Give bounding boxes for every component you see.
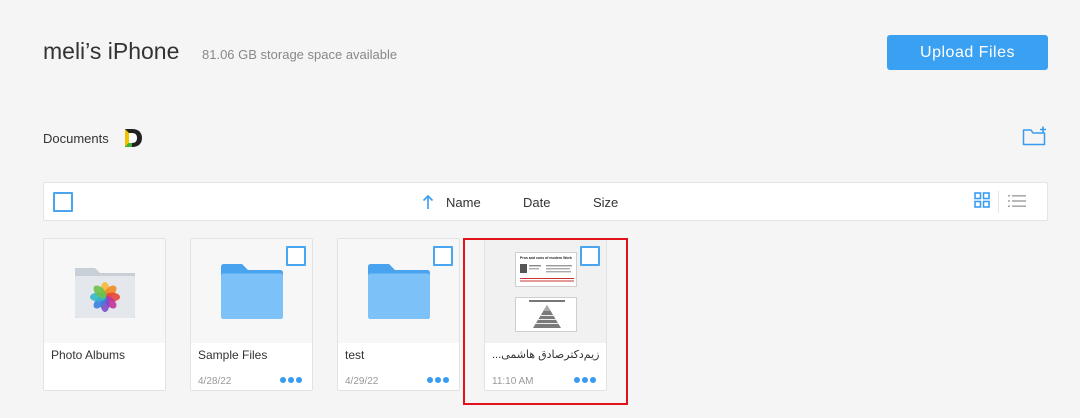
current-location-label: Documents [43,131,109,146]
file-name: test [345,348,365,362]
upload-files-button[interactable]: Upload Files [887,35,1048,70]
file-name: Photo Albums [51,348,126,362]
document-pyramid-figure [529,300,565,328]
file-card-test[interactable]: test 4/29/22 [337,238,460,391]
select-checkbox[interactable] [433,246,453,266]
select-all-checkbox[interactable] [53,192,73,212]
file-date: 4/28/22 [198,376,232,387]
file-name: Sample Files [198,348,268,362]
file-date: 11:10 AM [492,376,534,387]
thumbnail-title: Pros and cons of modern Work [520,256,572,260]
document-page-1: Pros and cons of modern Work [515,252,577,287]
storage-info: 81.06 GB storage space available [202,47,398,62]
device-name: meli’s iPhone [43,38,180,64]
select-checkbox[interactable] [580,246,600,266]
folder-icon [368,264,430,319]
document-page-content [520,264,574,282]
file-card-photo-albums[interactable]: Photo Albums [43,238,166,391]
file-card-sample-files[interactable]: Sample Files 4/28/22 [190,238,313,391]
folder-icon [221,264,283,319]
arrow-up-icon[interactable] [421,194,435,210]
file-card-document[interactable]: Pros and cons of modern Work [484,238,607,391]
photos-album-icon [75,268,135,318]
new-folder-icon[interactable] [1022,126,1048,146]
more-options-icon[interactable] [574,377,596,383]
view-toggle-divider [998,191,999,213]
select-checkbox[interactable] [286,246,306,266]
sort-by-date[interactable]: Date [523,195,550,210]
sort-by-size[interactable]: Size [593,195,618,210]
more-options-icon[interactable] [280,377,302,383]
file-name: ...زیم‌دکترصادق هاشمی [492,349,600,361]
sort-by-name[interactable]: Name [446,195,481,210]
documents-app-icon [125,129,142,147]
card-thumbnail [44,239,165,343]
file-date: 4/29/22 [345,376,379,387]
document-page-2 [515,297,577,332]
file-list-toolbar: Name Date Size [43,182,1048,221]
grid-view-icon[interactable] [974,192,990,208]
list-view-icon[interactable] [1008,193,1026,209]
more-options-icon[interactable] [427,377,449,383]
